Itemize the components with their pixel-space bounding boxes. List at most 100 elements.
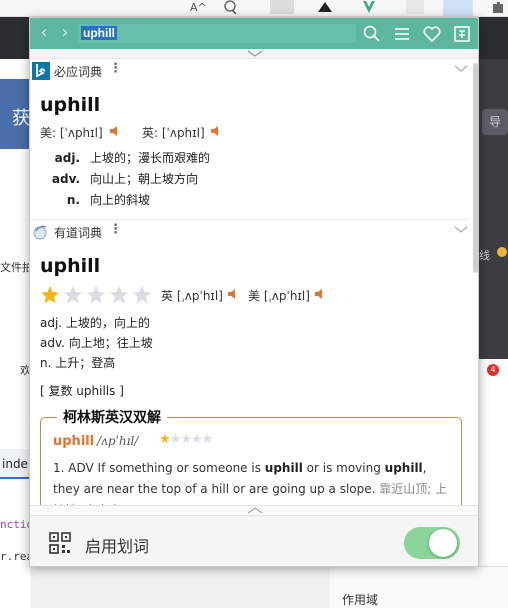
speaker-icon[interactable] <box>227 288 239 300</box>
youdao-us-phonetic: 美 [ˌʌpˈhɪl] <box>248 289 310 303</box>
collins-rating-stars: ★★★★★ <box>159 432 214 447</box>
extension-icon-ocr[interactable] <box>270 0 294 14</box>
youdao-dict-header[interactable]: 有道词典 ⋮ <box>30 221 470 243</box>
background-scope-panel: 作用域 <box>330 566 508 608</box>
background-banner-text: 获 <box>12 108 30 129</box>
star-empty-icon: ★ <box>180 432 192 447</box>
star-empty-icon <box>64 286 82 304</box>
background-tab-label: inde <box>2 457 28 471</box>
extensions-puzzle-icon[interactable] <box>490 0 506 15</box>
youdao-definition: adv. 向上地；往上坡 <box>40 336 153 350</box>
error-badge: 4 <box>487 364 499 376</box>
bing-uk-phonetic: 英: [ˈʌphɪl] <box>142 126 205 140</box>
part-of-speech: adv. <box>51 172 80 186</box>
youdao-logo-icon <box>33 225 47 240</box>
definition-text: 向上的斜坡 <box>90 193 151 207</box>
background-tab[interactable]: inde <box>0 449 30 479</box>
star-empty-icon: ★ <box>201 432 214 447</box>
collins-title: 柯林斯英汉双解 <box>57 407 167 427</box>
youdao-dict-name: 有道词典 <box>54 226 103 240</box>
dictionary-popup: ‹ › uphill 必应词典 ⋮ uphill 美: [ˈʌphɪl] 英: … <box>29 17 479 567</box>
notification-icon[interactable] <box>222 0 238 15</box>
qr-code-icon[interactable] <box>49 532 71 554</box>
search-input-value: uphill <box>81 26 117 40</box>
chevron-double-icon <box>247 507 263 514</box>
section-divider <box>30 219 470 220</box>
part-of-speech: adj. <box>54 151 80 165</box>
star-filled-icon <box>41 286 59 304</box>
background-dark-panel: 导 线 <box>479 59 508 359</box>
definition-row: n. 向上的斜坡 <box>40 191 150 208</box>
chevron-down-icon <box>247 50 263 57</box>
star-empty-icon <box>133 286 151 304</box>
background-page-right: 导 线 4 无 <box>479 59 508 608</box>
bing-dict-header[interactable]: 必应词典 ⋮ <box>30 60 470 82</box>
background-scope-label: 作用域 <box>342 593 379 607</box>
youdao-dict-menu-icon[interactable]: ⋮ <box>109 222 122 237</box>
speaker-icon[interactable] <box>210 125 222 137</box>
star-filled-icon: ★ <box>159 432 171 447</box>
dictionary-results: 必应词典 ⋮ uphill 美: [ˈʌphɪl] 英: [ˈʌphɪl] ad… <box>30 59 478 505</box>
search-input[interactable]: uphill <box>78 24 356 43</box>
background-text: 线 <box>479 249 490 262</box>
menu-icon[interactable] <box>392 24 412 44</box>
entry-number: 1. <box>53 461 65 475</box>
selection-lookup-label: 启用划词 <box>85 537 150 556</box>
entry-text: or is moving <box>306 461 381 475</box>
speaker-icon[interactable] <box>314 288 326 300</box>
collins-headword: uphill <box>53 434 95 449</box>
chevron-down-icon[interactable] <box>454 65 468 73</box>
youdao-uk-phonetic: 英 [ˌʌpˈhɪl] <box>161 289 223 303</box>
entry-keyword: uphill <box>384 461 423 475</box>
background-button-label: 导 <box>488 115 501 129</box>
rating-stars <box>40 285 155 305</box>
entry-keyword: uphill <box>264 461 303 475</box>
back-arrow-icon[interactable]: ‹ <box>34 22 54 44</box>
definition-text: 上坡的；漫长而艰难的 <box>90 151 211 165</box>
extension-icon-bird[interactable] <box>316 0 334 15</box>
extension-icon-vue[interactable] <box>362 0 376 15</box>
collins-section: 柯林斯英汉双解 uphill /ʌpˈhɪl/ ★★★★★ 1. ADV If … <box>40 407 462 505</box>
star-empty-icon <box>110 286 128 304</box>
definition-text: 向山上；朝上坡方向 <box>90 172 199 186</box>
definition-row: adj. 上坡的；漫长而艰难的 <box>40 149 210 166</box>
bing-headword: uphill <box>40 94 101 116</box>
extension-icon-dictionary-active[interactable] <box>443 0 473 17</box>
bing-dict-menu-icon[interactable]: ⋮ <box>109 61 122 76</box>
browser-toolbar: A^ <box>0 0 508 17</box>
bing-dict-name: 必应词典 <box>54 65 103 79</box>
entry-text: ADV If something or someone is <box>68 461 261 475</box>
youdao-definition: adj. 上坡的，向上的 <box>40 316 150 330</box>
bing-logo-icon <box>32 62 50 80</box>
bing-us-phonetic: 美: [ˈʌphɪl] <box>40 126 103 140</box>
scrollbar[interactable] <box>473 63 478 273</box>
forward-arrow-icon[interactable]: › <box>55 22 75 44</box>
background-banner: 获 <box>0 79 30 149</box>
background-dot <box>497 247 507 257</box>
part-of-speech: n. <box>66 193 80 207</box>
collapse-bar[interactable] <box>30 505 478 515</box>
pin-icon[interactable] <box>452 24 472 44</box>
star-empty-icon <box>87 286 105 304</box>
selection-lookup-toggle[interactable] <box>404 527 460 559</box>
chevron-down-icon[interactable] <box>454 226 468 234</box>
popup-footer: 启用划词 <box>30 515 478 566</box>
expand-all-bar[interactable] <box>30 49 478 59</box>
background-button[interactable]: 导 <box>482 109 508 135</box>
popup-toolbar: ‹ › uphill <box>30 18 478 49</box>
reader-mode-icon[interactable]: A^ <box>190 0 207 15</box>
youdao-definition: n. 上升；登高 <box>40 356 116 370</box>
collins-entry: 1. ADV If something or someone is uphill… <box>53 458 453 505</box>
toggle-knob[interactable] <box>429 529 457 557</box>
speaker-icon[interactable] <box>109 125 121 137</box>
youdao-headword: uphill <box>40 255 101 277</box>
search-icon[interactable] <box>362 24 382 44</box>
collins-phonetic: /ʌpˈhɪl/ <box>97 434 139 448</box>
youdao-plural: [ 复数 uphills ] <box>40 384 124 398</box>
star-empty-icon: ★ <box>190 432 203 447</box>
background-page-left: 获 文件拍 欢 inde nctio r.rea <box>0 59 33 608</box>
heart-icon[interactable] <box>422 24 442 44</box>
star-empty-icon: ★ <box>169 432 182 447</box>
extension-icon-gray[interactable] <box>406 0 424 14</box>
definition-row: adv. 向山上；朝上坡方向 <box>40 170 198 187</box>
